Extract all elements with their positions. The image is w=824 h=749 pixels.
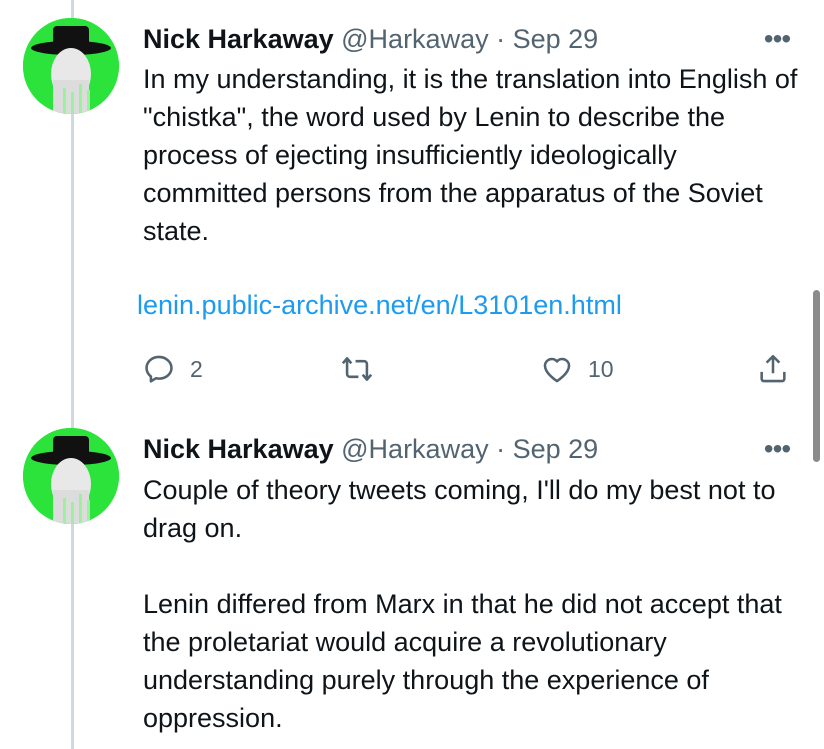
scrollbar[interactable] [813,290,820,462]
author-handle[interactable]: @Harkaway [341,24,488,54]
share-button[interactable] [756,349,790,389]
like-button[interactable]: 10 [540,349,614,389]
tweet-header: Nick Harkaway @Harkaway · Sep 29 [143,22,598,56]
separator: · [496,434,506,464]
reply-icon [145,355,173,383]
like-icon [543,357,571,383]
avatar[interactable] [23,428,119,524]
more-icon[interactable]: ••• [762,435,792,470]
author-name[interactable]: Nick Harkaway [143,434,334,464]
tweet-header: Nick Harkaway @Harkaway · Sep 29 [143,432,598,466]
like-count: 10 [588,355,614,382]
tweet-date[interactable]: Sep 29 [513,24,599,54]
tweet-text: Couple of theory tweets coming, I'll do … [143,471,803,737]
tweet-actions: 2 10 [140,349,800,389]
retweet-icon [341,357,373,381]
retweet-button[interactable] [340,349,374,389]
tweet[interactable]: Nick Harkaway @Harkaway · Sep 29 ••• In … [0,0,824,405]
reply-count: 2 [190,355,203,382]
more-icon[interactable]: ••• [762,25,792,60]
reply-button[interactable]: 2 [142,349,203,389]
tweet-link[interactable]: lenin.public-archive.net/en/L3101en.html [137,290,622,321]
author-name[interactable]: Nick Harkaway [143,24,334,54]
separator: · [496,24,506,54]
tweet-paragraph: Couple of theory tweets coming, I'll do … [143,475,776,543]
tweet[interactable]: Nick Harkaway @Harkaway · Sep 29 ••• Cou… [0,412,824,749]
author-handle[interactable]: @Harkaway [341,434,488,464]
tweet-date[interactable]: Sep 29 [513,434,599,464]
tweet-paragraph: Lenin differed from Marx in that he did … [143,589,782,733]
share-icon [760,354,786,383]
tweet-text: In my understanding, it is the translati… [143,60,803,250]
tweet-paragraph: In my understanding, it is the translati… [143,64,798,246]
avatar[interactable] [23,18,119,114]
